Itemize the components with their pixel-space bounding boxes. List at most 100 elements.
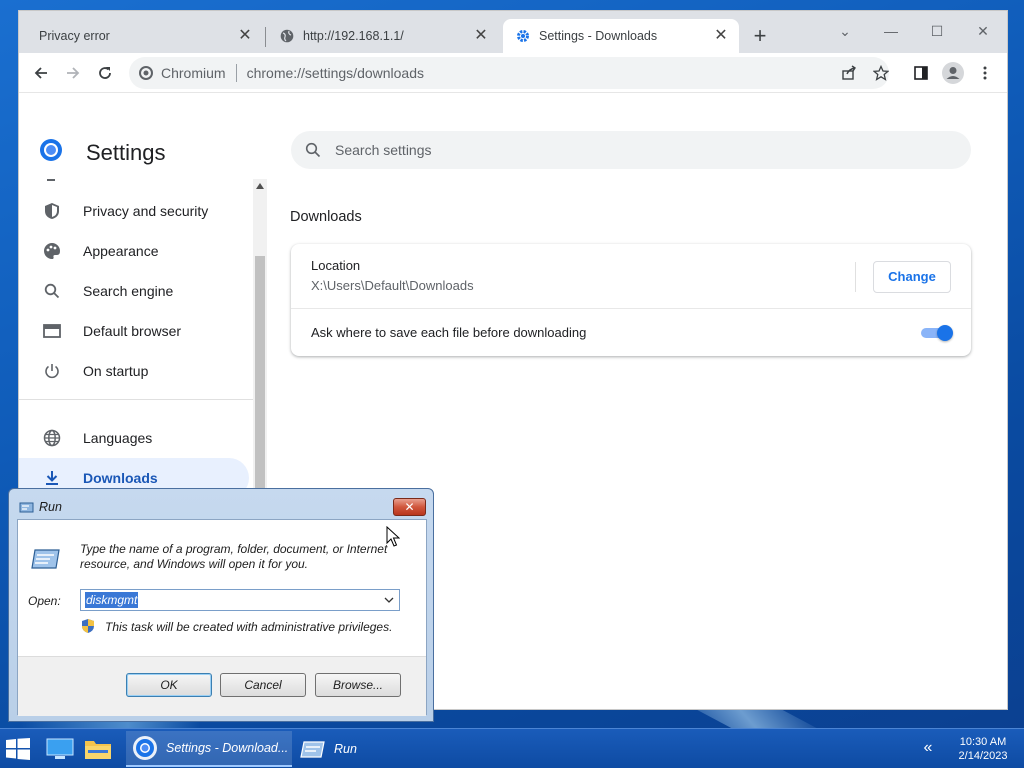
location-path: X:\Users\Default\Downloads	[311, 278, 474, 293]
desktop-icon[interactable]	[45, 734, 75, 764]
run-close-button[interactable]: ✕	[393, 498, 426, 516]
admin-privileges-note: This task will be created with administr…	[105, 620, 393, 634]
taskbar-task-run[interactable]: Run	[296, 731, 376, 767]
tab-router[interactable]: http://192.168.1.1/ ✕	[267, 19, 499, 53]
file-explorer-icon[interactable]	[83, 734, 113, 764]
location-label: Location	[311, 258, 361, 273]
tab-label: http://192.168.1.1/	[303, 29, 404, 43]
tab-close-icon[interactable]: ✕	[713, 28, 729, 44]
windows-start-icon[interactable]	[6, 738, 30, 760]
tab-close-icon[interactable]: ✕	[237, 28, 253, 44]
download-icon	[42, 468, 62, 488]
change-location-button[interactable]: Change	[873, 261, 951, 293]
tab-search-icon[interactable]: ⌄	[831, 19, 859, 43]
sidebar-item-label: Default browser	[83, 323, 182, 339]
minimize-button[interactable]: —	[877, 19, 905, 43]
maximize-button[interactable]: ☐	[923, 19, 951, 43]
toggle-knob	[937, 325, 953, 341]
taskbar-task-label: Settings - Download...	[166, 741, 289, 755]
new-tab-button[interactable]: +	[749, 25, 771, 48]
taskbar-task-label: Run	[334, 742, 357, 756]
browser-toolbar: Chromium chrome://settings/downloads	[19, 53, 1007, 93]
address-bar[interactable]: Chromium chrome://settings/downloads	[129, 57, 889, 89]
browser-icon	[42, 321, 62, 341]
sidebar-item-on-startup[interactable]: On startup	[19, 351, 249, 391]
sidebar-item-label: Appearance	[83, 243, 159, 259]
tab-separator	[265, 27, 266, 47]
run-dialog-footer: OK Cancel Browse...	[18, 656, 426, 716]
forward-arrow-icon[interactable]	[61, 61, 85, 85]
sidebar-item-label: Languages	[83, 430, 153, 446]
share-icon[interactable]	[837, 61, 861, 85]
open-combo-input[interactable]: diskmgmt	[80, 589, 400, 611]
chromium-icon	[132, 735, 158, 761]
sidebar-item-default-browser[interactable]: Default browser	[19, 311, 249, 351]
open-combo-value[interactable]: diskmgmt	[85, 592, 139, 608]
ask-where-toggle[interactable]	[921, 325, 953, 341]
sidebar-item-privacy[interactable]: Privacy and security	[19, 191, 249, 231]
search-input[interactable]	[335, 142, 935, 158]
globe-icon	[42, 428, 62, 448]
sidebar-item-languages[interactable]: Languages	[19, 418, 249, 458]
tab-close-icon[interactable]: ✕	[473, 28, 489, 44]
taskbar: Settings - Download... Run « 10:30 AM 2/…	[0, 728, 1024, 768]
chromium-logo-icon	[39, 138, 63, 162]
shield-icon	[42, 201, 62, 221]
omnibox-url: chrome://settings/downloads	[246, 65, 425, 81]
palette-icon	[42, 241, 62, 261]
settings-search[interactable]	[291, 131, 971, 169]
tab-strip: Privacy error ✕ http://192.168.1.1/ ✕ Se…	[19, 11, 1007, 53]
run-program-icon	[30, 544, 62, 572]
tab-privacy-error[interactable]: Privacy error ✕	[27, 19, 263, 53]
run-icon	[300, 738, 326, 760]
section-title-downloads: Downloads	[290, 209, 362, 225]
sidebar-item-label: On startup	[83, 363, 149, 379]
tab-settings-downloads[interactable]: Settings - Downloads ✕	[503, 19, 739, 53]
gear-icon	[515, 28, 531, 44]
sidebar-divider	[19, 399, 253, 400]
scroll-up-arrow-icon[interactable]	[256, 183, 264, 189]
sidebar-item-label: Privacy and security	[83, 203, 209, 219]
run-dialog-body: Type the name of a program, folder, docu…	[17, 519, 427, 716]
omnibox-site-label: Chromium	[161, 65, 226, 81]
profile-avatar-icon[interactable]	[941, 61, 965, 85]
ok-button[interactable]: OK	[126, 673, 212, 697]
run-dialog: Run ✕ Type the name of a program, folder…	[8, 488, 434, 722]
sidebar-item-search-engine[interactable]: Search engine	[19, 271, 249, 311]
run-dialog-title: Run	[39, 500, 62, 514]
side-panel-icon[interactable]	[909, 61, 933, 85]
sidebar-scroll-hint	[47, 179, 55, 181]
card-row-separator	[291, 308, 971, 309]
back-arrow-icon[interactable]	[29, 61, 53, 85]
search-icon	[42, 281, 62, 301]
downloads-settings-card: Location X:\Users\Default\Downloads Chan…	[291, 244, 971, 356]
open-label: Open:	[28, 594, 61, 608]
sidebar-item-label: Search engine	[83, 283, 174, 299]
bookmark-star-icon[interactable]	[869, 61, 893, 85]
clock-date: 2/14/2023	[958, 750, 1008, 762]
sidebar-item-label: Downloads	[83, 470, 158, 486]
tray-expand-chevron-icon[interactable]: «	[920, 739, 936, 759]
reload-icon[interactable]	[93, 61, 117, 85]
browse-button[interactable]: Browse...	[315, 673, 401, 697]
chevron-down-icon[interactable]	[383, 593, 395, 607]
mouse-cursor-icon	[386, 525, 401, 548]
taskbar-task-settings[interactable]: Settings - Download...	[126, 731, 292, 767]
card-vertical-separator	[855, 262, 856, 292]
search-icon	[305, 142, 321, 158]
close-window-button[interactable]: ✕	[969, 19, 997, 43]
tab-label: Privacy error	[39, 29, 110, 43]
clock-time: 10:30 AM	[959, 736, 1007, 748]
menu-kebab-icon[interactable]	[973, 61, 997, 85]
run-icon	[19, 500, 35, 514]
uac-shield-icon	[80, 618, 96, 634]
page-title: Settings	[86, 140, 166, 165]
sidebar-item-appearance[interactable]: Appearance	[19, 231, 249, 271]
power-icon	[42, 361, 62, 381]
cancel-button[interactable]: Cancel	[220, 673, 306, 697]
taskbar-clock[interactable]: 10:30 AM 2/14/2023	[950, 735, 1016, 763]
tab-label: Settings - Downloads	[539, 29, 658, 43]
chromium-icon	[139, 66, 153, 80]
omnibox-separator	[235, 64, 237, 82]
globe-icon	[279, 28, 295, 44]
